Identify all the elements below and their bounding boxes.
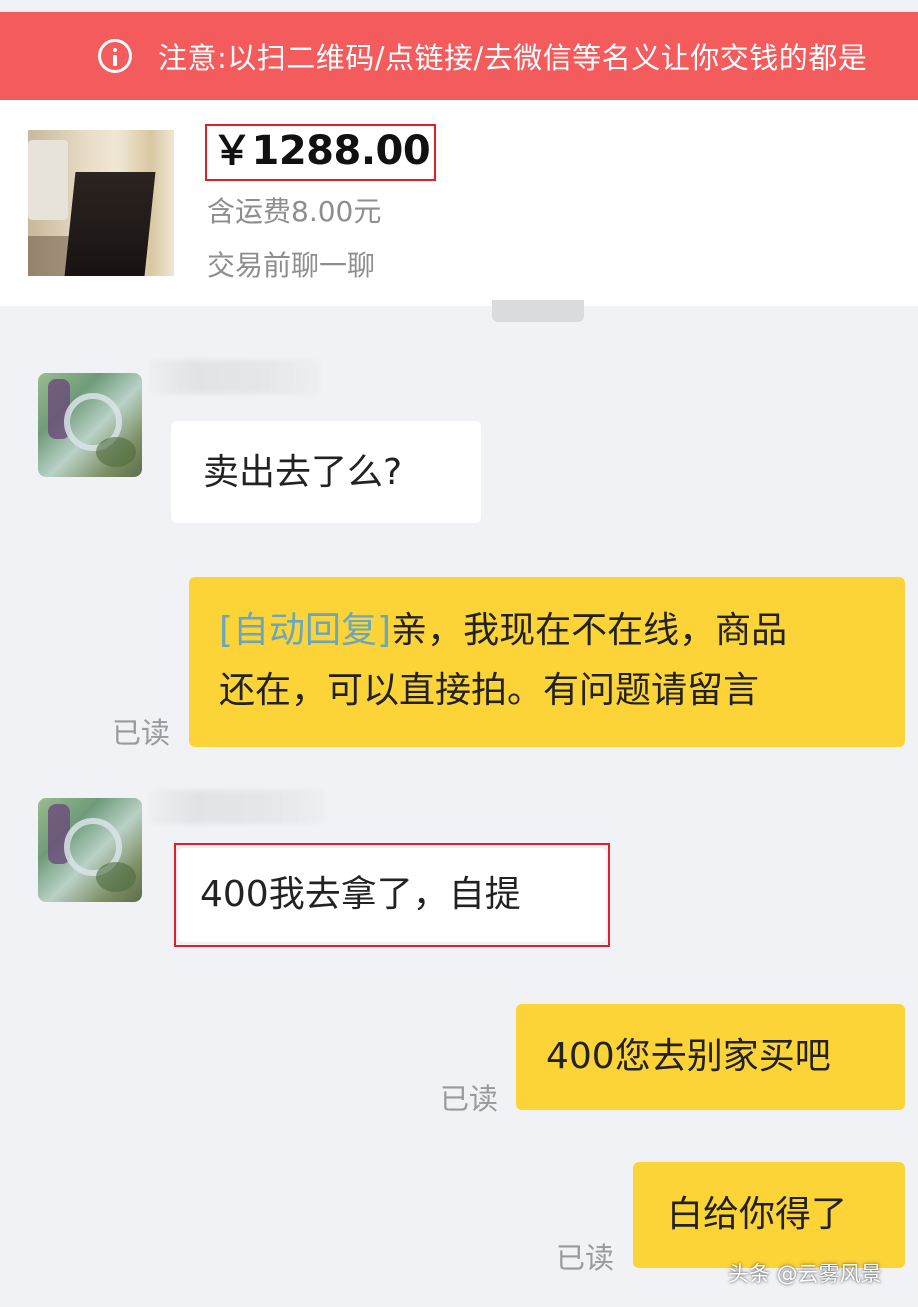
message-text: 400您去别家买吧 [546, 1036, 831, 1077]
info-circle-icon [98, 39, 132, 73]
auto-reply-text-2: 还在，可以直接拍。有问题请留言 [219, 670, 760, 711]
auto-reply-bubble[interactable]: [自动回复]亲，我现在不在线，商品 还在，可以直接拍。有问题请留言 [189, 577, 905, 747]
timestamp-pill [492, 300, 584, 322]
read-status: 已读 [440, 1082, 499, 1116]
shipping-fee: 含运费8.00元 [207, 195, 382, 228]
auto-reply-text-1: 亲，我现在不在线，商品 [391, 610, 788, 651]
product-card[interactable]: ￥1288.00 含运费8.00元 交易前聊一聊 [0, 100, 918, 306]
buyer-name-blurred [150, 360, 320, 394]
buyer-avatar[interactable] [38, 798, 142, 902]
watermark: 头条 @云雾风景 [728, 1262, 882, 1286]
message-highlight-box [174, 843, 610, 947]
auto-reply-line-1: [自动回复]亲，我现在不在线，商品 [219, 601, 905, 661]
buyer-avatar[interactable] [38, 373, 142, 477]
read-status: 已读 [556, 1241, 615, 1275]
buyer-name-blurred [150, 790, 325, 824]
product-price: ￥1288.00 [212, 128, 431, 174]
message-bubble[interactable]: 卖出去了么? [171, 421, 481, 523]
message-text: 卖出去了么? [203, 452, 403, 493]
warning-text: 注意:以扫二维码/点链接/去微信等名义让你交钱的都是 [158, 41, 868, 75]
product-thumbnail[interactable] [28, 130, 174, 276]
message-bubble[interactable]: 400您去别家买吧 [516, 1004, 905, 1110]
auto-reply-tag: [自动回复] [219, 610, 392, 651]
message-text: 白给你得了 [667, 1194, 848, 1235]
scam-warning-banner[interactable]: 注意:以扫二维码/点链接/去微信等名义让你交钱的都是 [0, 12, 918, 100]
chat-hint: 交易前聊一聊 [207, 249, 376, 282]
read-status: 已读 [112, 716, 171, 750]
message-bubble[interactable]: 白给你得了 [633, 1162, 905, 1268]
